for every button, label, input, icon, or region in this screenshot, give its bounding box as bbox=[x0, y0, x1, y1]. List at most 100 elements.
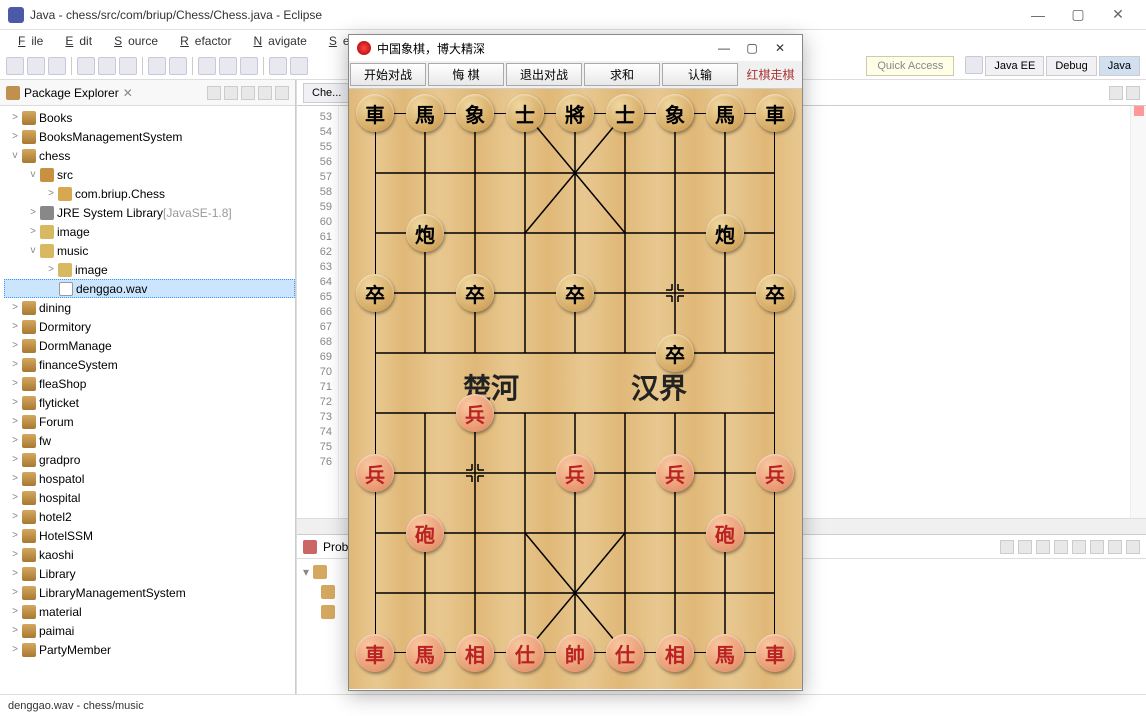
tree-item-fw[interactable]: >fw bbox=[4, 431, 295, 450]
menu-refactor[interactable]: Refactor bbox=[168, 32, 237, 50]
forward-icon[interactable] bbox=[290, 57, 308, 75]
back-icon[interactable] bbox=[269, 57, 287, 75]
red-pawn-4[interactable]: 兵 bbox=[556, 454, 594, 492]
red-piece-0[interactable]: 車 bbox=[356, 634, 394, 672]
red-cannon-left[interactable]: 砲 bbox=[406, 514, 444, 552]
tree-item-paimai[interactable]: >paimai bbox=[4, 621, 295, 640]
close-button[interactable]: ✕ bbox=[1098, 6, 1138, 23]
tree-item-material[interactable]: >material bbox=[4, 602, 295, 621]
black-piece-0[interactable]: 車 bbox=[356, 94, 394, 132]
black-cannon-right[interactable]: 炮 bbox=[706, 214, 744, 252]
black-piece-4[interactable]: 將 bbox=[556, 94, 594, 132]
new-package-icon[interactable] bbox=[148, 57, 166, 75]
red-piece-5[interactable]: 仕 bbox=[606, 634, 644, 672]
tree-item-flyticket[interactable]: >flyticket bbox=[4, 393, 295, 412]
editor-tab-chess[interactable]: Che... bbox=[303, 83, 350, 103]
tree-item-jre-system-library[interactable]: >JRE System Library [JavaSE-1.8] bbox=[4, 203, 295, 222]
tree-item-dormitory[interactable]: >Dormitory bbox=[4, 317, 295, 336]
maximize-view-icon[interactable] bbox=[275, 86, 289, 100]
project-tree[interactable]: >Books>BooksManagementSystemvchessvsrc>c… bbox=[0, 106, 295, 694]
red-piece-4[interactable]: 帥 bbox=[556, 634, 594, 672]
problems-toolbtn-5-icon[interactable] bbox=[1072, 540, 1086, 554]
chess-board[interactable]: 楚河 汉界 車馬象士將士象馬車炮炮卒卒卒卒卒兵兵兵兵兵砲砲車馬相仕帥仕相馬車 bbox=[349, 89, 802, 689]
tree-item-chess[interactable]: vchess bbox=[4, 146, 295, 165]
run-icon[interactable] bbox=[98, 57, 116, 75]
collapse-all-icon[interactable] bbox=[207, 86, 221, 100]
menu-file[interactable]: File bbox=[6, 32, 49, 50]
dialog-minimize-button[interactable]: — bbox=[710, 41, 738, 55]
black-piece-2[interactable]: 象 bbox=[456, 94, 494, 132]
dialog-close-button[interactable]: ✕ bbox=[766, 41, 794, 55]
close-view-icon[interactable]: ✕ bbox=[123, 86, 133, 100]
tree-item-image[interactable]: >image bbox=[4, 260, 295, 279]
red-cannon-right[interactable]: 砲 bbox=[706, 514, 744, 552]
black-pawn-8[interactable]: 卒 bbox=[756, 274, 794, 312]
perspective-java[interactable]: Java bbox=[1099, 56, 1140, 76]
red-pawn-6[interactable]: 兵 bbox=[656, 454, 694, 492]
black-pawn-advanced[interactable]: 卒 bbox=[656, 334, 694, 372]
problems-toolbtn-3-icon[interactable] bbox=[1036, 540, 1050, 554]
tree-item-forum[interactable]: >Forum bbox=[4, 412, 295, 431]
annotate-icon[interactable] bbox=[240, 57, 258, 75]
minimize-button[interactable]: — bbox=[1018, 7, 1058, 23]
black-pawn-0[interactable]: 卒 bbox=[356, 274, 394, 312]
tree-item-fleashop[interactable]: >fleaShop bbox=[4, 374, 295, 393]
red-piece-6[interactable]: 相 bbox=[656, 634, 694, 672]
perspective-javaee[interactable]: Java EE bbox=[985, 56, 1044, 76]
dialog-maximize-button[interactable]: ▢ bbox=[738, 41, 766, 55]
tree-item-music[interactable]: vmusic bbox=[4, 241, 295, 260]
problems-toolbtn-1-icon[interactable] bbox=[1000, 540, 1014, 554]
tree-item-kaoshi[interactable]: >kaoshi bbox=[4, 545, 295, 564]
quit-button[interactable]: 退出对战 bbox=[506, 63, 582, 86]
red-pawn-8[interactable]: 兵 bbox=[756, 454, 794, 492]
new-icon[interactable] bbox=[6, 57, 24, 75]
tree-item-books[interactable]: >Books bbox=[4, 108, 295, 127]
maximize-editor-icon[interactable] bbox=[1126, 86, 1140, 100]
tree-item-dining[interactable]: >dining bbox=[4, 298, 295, 317]
open-perspective-icon[interactable] bbox=[965, 56, 983, 74]
red-piece-7[interactable]: 馬 bbox=[706, 634, 744, 672]
quick-access[interactable]: Quick Access bbox=[866, 56, 954, 76]
minimize-view-icon[interactable] bbox=[258, 86, 272, 100]
problems-toolbtn-4-icon[interactable] bbox=[1054, 540, 1068, 554]
start-game-button[interactable]: 开始对战 bbox=[350, 63, 426, 86]
tree-item-hospatol[interactable]: >hospatol bbox=[4, 469, 295, 488]
menu-edit[interactable]: Edit bbox=[53, 32, 98, 50]
red-piece-8[interactable]: 車 bbox=[756, 634, 794, 672]
save-all-icon[interactable] bbox=[48, 57, 66, 75]
tree-item-image[interactable]: >image bbox=[4, 222, 295, 241]
tree-item-financesystem[interactable]: >financeSystem bbox=[4, 355, 295, 374]
black-piece-5[interactable]: 士 bbox=[606, 94, 644, 132]
tree-item-dormmanage[interactable]: >DormManage bbox=[4, 336, 295, 355]
black-cannon-left[interactable]: 炮 bbox=[406, 214, 444, 252]
tree-item-gradpro[interactable]: >gradpro bbox=[4, 450, 295, 469]
tree-item-hospital[interactable]: >hospital bbox=[4, 488, 295, 507]
black-piece-7[interactable]: 馬 bbox=[706, 94, 744, 132]
black-pawn-4[interactable]: 卒 bbox=[556, 274, 594, 312]
red-pawn-advanced[interactable]: 兵 bbox=[456, 394, 494, 432]
problems-maximize-icon[interactable] bbox=[1126, 540, 1140, 554]
tree-item-src[interactable]: vsrc bbox=[4, 165, 295, 184]
red-pawn-0[interactable]: 兵 bbox=[356, 454, 394, 492]
undo-button[interactable]: 悔 棋 bbox=[428, 63, 504, 86]
open-type-icon[interactable] bbox=[198, 57, 216, 75]
menu-navigate[interactable]: Navigate bbox=[241, 32, 312, 50]
link-editor-icon[interactable] bbox=[224, 86, 238, 100]
tree-item-com-briup-chess[interactable]: >com.briup.Chess bbox=[4, 184, 295, 203]
debug-icon[interactable] bbox=[77, 57, 95, 75]
problems-toolbtn-6-icon[interactable] bbox=[1090, 540, 1104, 554]
black-piece-3[interactable]: 士 bbox=[506, 94, 544, 132]
black-piece-1[interactable]: 馬 bbox=[406, 94, 444, 132]
tree-item-booksmanagementsystem[interactable]: >BooksManagementSystem bbox=[4, 127, 295, 146]
black-pawn-2[interactable]: 卒 bbox=[456, 274, 494, 312]
menu-source[interactable]: Source bbox=[102, 32, 164, 50]
red-piece-1[interactable]: 馬 bbox=[406, 634, 444, 672]
minimize-editor-icon[interactable] bbox=[1109, 86, 1123, 100]
problems-toolbtn-2-icon[interactable] bbox=[1018, 540, 1032, 554]
new-class-icon[interactable] bbox=[169, 57, 187, 75]
overview-ruler[interactable] bbox=[1130, 106, 1146, 518]
run-ext-icon[interactable] bbox=[119, 57, 137, 75]
tree-item-librarymanagementsystem[interactable]: >LibraryManagementSystem bbox=[4, 583, 295, 602]
tree-item-hotel2[interactable]: >hotel2 bbox=[4, 507, 295, 526]
search-icon[interactable] bbox=[219, 57, 237, 75]
